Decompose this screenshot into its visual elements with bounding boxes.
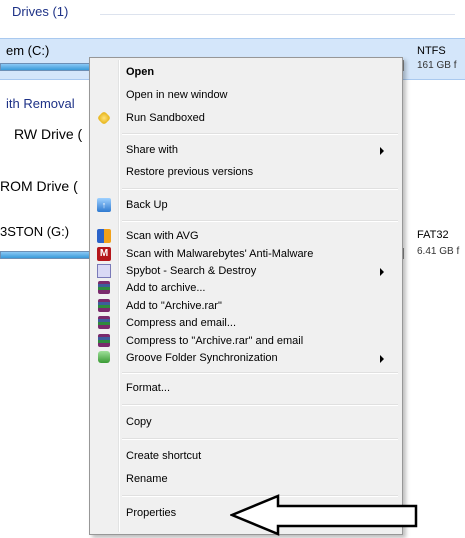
kingston-drive-name: 3STON (G:) bbox=[0, 224, 70, 239]
drives-group-label: Drives (1) bbox=[12, 4, 69, 19]
menu-item-format[interactable]: Format... bbox=[90, 380, 402, 398]
malwarebytes-icon: M bbox=[97, 247, 111, 261]
menu-item-add-to-archive-rar-label: Add to "Archive.rar" bbox=[126, 300, 222, 312]
menu-item-format-label: Format... bbox=[126, 382, 171, 394]
menu-item-create-shortcut-label: Create shortcut bbox=[126, 450, 202, 462]
rom-drive-name: ROM Drive ( bbox=[0, 178, 78, 194]
menu-separator bbox=[122, 404, 398, 406]
drive-c-name: em (C:) bbox=[6, 43, 50, 58]
drive-c-filesystem: NTFS bbox=[417, 45, 446, 57]
menu-item-scan-avg-label: Scan with AVG bbox=[126, 230, 199, 242]
drive-c-free-space: 161 GB f bbox=[417, 60, 457, 71]
menu-item-spybot[interactable]: Spybot - Search & Destroy bbox=[90, 263, 402, 281]
menu-item-scan-avg[interactable]: Scan with AVG bbox=[90, 228, 402, 246]
submenu-arrow-icon bbox=[380, 268, 384, 276]
menu-item-copy[interactable]: Copy bbox=[90, 414, 402, 432]
menu-item-run-sandboxed-label: Run Sandboxed bbox=[126, 112, 205, 124]
kingston-filesystem: FAT32 bbox=[417, 229, 449, 241]
menu-separator bbox=[122, 188, 398, 190]
menu-item-share-with[interactable]: Share with bbox=[90, 142, 402, 160]
menu-item-back-up[interactable]: ↑ Back Up bbox=[90, 197, 402, 215]
menu-item-add-to-archive[interactable]: Add to archive... bbox=[90, 280, 402, 298]
menu-item-compress-to-rar-email-label: Compress to "Archive.rar" and email bbox=[126, 335, 304, 347]
menu-item-rename-label: Rename bbox=[126, 473, 168, 485]
submenu-arrow-icon bbox=[380, 147, 384, 155]
menu-item-groove-sync-label: Groove Folder Synchronization bbox=[126, 352, 278, 364]
menu-item-copy-label: Copy bbox=[126, 416, 152, 428]
menu-separator bbox=[122, 438, 398, 440]
winrar-icon bbox=[98, 316, 110, 329]
avg-icon bbox=[97, 229, 111, 243]
spybot-icon bbox=[97, 264, 111, 278]
submenu-arrow-icon bbox=[380, 355, 384, 363]
menu-item-open-new-window[interactable]: Open in new window bbox=[90, 87, 402, 105]
sandbox-icon bbox=[96, 110, 112, 126]
menu-item-open-new-window-label: Open in new window bbox=[126, 89, 228, 101]
menu-item-run-sandboxed[interactable]: Run Sandboxed bbox=[90, 110, 402, 128]
menu-item-create-shortcut[interactable]: Create shortcut bbox=[90, 448, 402, 466]
menu-item-properties-label: Properties bbox=[126, 507, 177, 519]
menu-item-scan-malwarebytes-label: Scan with Malwarebytes' Anti-Malware bbox=[126, 248, 314, 260]
menu-separator bbox=[122, 133, 398, 135]
menu-item-open[interactable]: Open bbox=[90, 64, 402, 82]
context-menu: Open Open in new window Run Sandboxed Sh… bbox=[89, 57, 403, 535]
menu-item-spybot-label: Spybot - Search & Destroy bbox=[126, 265, 257, 277]
winrar-icon bbox=[98, 299, 110, 312]
group-divider bbox=[100, 14, 455, 15]
menu-item-groove-sync[interactable]: Groove Folder Synchronization bbox=[90, 350, 402, 368]
menu-item-share-with-label: Share with bbox=[126, 144, 178, 156]
kingston-free-space: 6.41 GB f bbox=[417, 246, 460, 257]
rw-drive-name: RW Drive ( bbox=[14, 126, 83, 142]
winrar-icon bbox=[98, 281, 110, 294]
menu-separator bbox=[122, 372, 398, 374]
drives-group-header[interactable]: Drives (1) bbox=[0, 0, 465, 26]
menu-item-add-to-archive-label: Add to archive... bbox=[126, 282, 206, 294]
menu-separator bbox=[122, 220, 398, 222]
groove-icon bbox=[98, 351, 110, 363]
removable-storage-header[interactable]: ith Removal bbox=[6, 96, 75, 111]
menu-item-restore-previous-versions[interactable]: Restore previous versions bbox=[90, 164, 402, 182]
backup-icon: ↑ bbox=[97, 198, 111, 212]
winrar-icon bbox=[98, 334, 110, 347]
menu-item-restore-label: Restore previous versions bbox=[126, 166, 254, 178]
menu-item-compress-to-rar-email[interactable]: Compress to "Archive.rar" and email bbox=[90, 333, 402, 351]
menu-item-rename[interactable]: Rename bbox=[90, 471, 402, 489]
menu-item-open-label: Open bbox=[126, 66, 155, 78]
menu-item-compress-and-email-label: Compress and email... bbox=[126, 317, 237, 329]
menu-item-compress-and-email[interactable]: Compress and email... bbox=[90, 315, 402, 333]
menu-item-add-to-archive-rar[interactable]: Add to "Archive.rar" bbox=[90, 298, 402, 316]
annotation-arrow-icon bbox=[230, 494, 418, 536]
menu-item-back-up-label: Back Up bbox=[126, 199, 168, 211]
menu-item-scan-malwarebytes[interactable]: M Scan with Malwarebytes' Anti-Malware bbox=[90, 246, 402, 264]
